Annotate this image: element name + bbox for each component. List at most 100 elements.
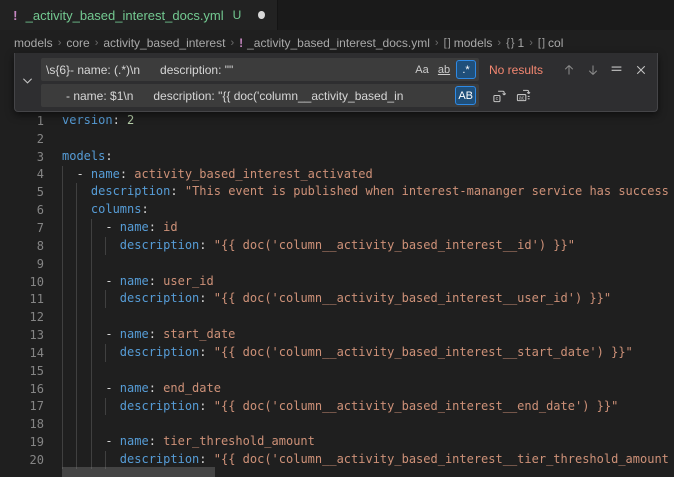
breadcrumb-item[interactable]: models: [14, 36, 53, 50]
code-line[interactable]: 7 - name: id: [0, 219, 674, 237]
code-line[interactable]: 12: [0, 308, 674, 326]
code-text: - name: tier_threshold_amount: [62, 433, 674, 451]
git-status-badge: U: [233, 8, 242, 22]
replace-all-icon: ac: [516, 88, 531, 103]
breadcrumb-separator-chevron-icon: ›: [435, 37, 439, 49]
code-line[interactable]: 6 columns:: [0, 201, 674, 219]
code-line[interactable]: 4 - name: activity_based_interest_activa…: [0, 166, 674, 184]
breadcrumb-item-label: 1: [518, 36, 525, 50]
code-text: description: "{{ doc('column__activity_b…: [62, 237, 674, 255]
regex-button[interactable]: .*: [456, 60, 476, 79]
svg-text:c: c: [496, 96, 499, 102]
line-number: 14: [0, 346, 44, 360]
breadcrumb-item[interactable]: core: [66, 36, 89, 50]
code-line[interactable]: 1 version: 2: [0, 112, 674, 130]
svg-text:ac: ac: [519, 95, 525, 101]
breadcrumb-item-label: models: [14, 36, 53, 50]
code-line[interactable]: 3models:: [0, 148, 674, 166]
match-case-button[interactable]: Aa: [412, 60, 432, 79]
breadcrumb-item[interactable]: activity_based_interest: [103, 36, 225, 50]
code-text: [62, 308, 674, 326]
replace-all-button[interactable]: ac: [513, 85, 534, 106]
code-text: description: "{{ doc('column__activity_b…: [62, 344, 674, 362]
code-line[interactable]: 8 description: "{{ doc('column__activity…: [0, 237, 674, 255]
code-line[interactable]: 10 - name: user_id: [0, 273, 674, 291]
code-text: description: "{{ doc('column__activity_b…: [62, 398, 674, 416]
breadcrumb-separator-chevron-icon: ›: [230, 37, 234, 49]
code-text: description: "This event is published wh…: [62, 183, 674, 201]
code-text: - name: activity_based_interest_activate…: [62, 166, 674, 184]
breadcrumb-item-label: _activity_based_interest_docs.yml: [247, 36, 430, 50]
tab-bar: ! _activity_based_interest_docs.yml U: [0, 0, 674, 30]
line-number: 19: [0, 435, 44, 449]
code-text: version: 2: [62, 112, 674, 130]
line-number: 20: [0, 453, 44, 467]
breadcrumb-item[interactable]: [ ]models: [444, 36, 493, 50]
code-text: - name: start_date: [62, 326, 674, 344]
line-number: 4: [0, 167, 44, 181]
code-text: [62, 255, 674, 273]
replace-row: - name: $1\n description: "{{ doc('colum…: [41, 84, 651, 107]
code-line[interactable]: 5 description: "This event is published …: [0, 183, 674, 201]
find-in-selection-button[interactable]: [606, 59, 627, 80]
breadcrumb-symbol-array-icon: [ ]: [444, 37, 450, 49]
horizontal-scrollbar[interactable]: [62, 467, 215, 477]
line-number: 8: [0, 239, 44, 253]
code-line[interactable]: 18: [0, 415, 674, 433]
tab-active-file[interactable]: ! _activity_based_interest_docs.yml U: [0, 0, 278, 30]
vscode-window: ! _activity_based_interest_docs.yml U mo…: [0, 0, 674, 477]
code-line[interactable]: 13 - name: start_date: [0, 326, 674, 344]
line-number: 16: [0, 382, 44, 396]
code-line[interactable]: 14 description: "{{ doc('column__activit…: [0, 344, 674, 362]
close-find-button[interactable]: [630, 59, 651, 80]
preserve-case-button[interactable]: AB: [455, 86, 476, 105]
line-number: 3: [0, 150, 44, 164]
breadcrumb-item[interactable]: !_activity_based_interest_docs.yml: [239, 36, 430, 50]
line-number: 15: [0, 364, 44, 378]
line-number: 2: [0, 132, 44, 146]
code-text: [62, 415, 674, 433]
breadcrumb-item-label: activity_based_interest: [103, 36, 225, 50]
line-number: 12: [0, 310, 44, 324]
line-number: 18: [0, 417, 44, 431]
code-line[interactable]: 15: [0, 362, 674, 380]
breadcrumb-item-label: col: [548, 36, 563, 50]
arrow-down-icon: [587, 64, 599, 76]
code-text: - name: id: [62, 219, 674, 237]
line-number: 13: [0, 328, 44, 342]
breadcrumb-item[interactable]: { } 1: [506, 36, 524, 50]
breadcrumb-symbol-object-icon: { }: [506, 37, 513, 49]
code-line[interactable]: 2: [0, 130, 674, 148]
code-line[interactable]: 16 - name: end_date: [0, 380, 674, 398]
breadcrumb: models›core›activity_based_interest›!_ac…: [0, 30, 674, 55]
replace-input[interactable]: - name: $1\n description: "{{ doc('colum…: [41, 84, 479, 107]
code-line[interactable]: 19 - name: tier_threshold_amount: [0, 433, 674, 451]
replace-icon: c: [492, 88, 507, 103]
code-line[interactable]: 11 description: "{{ doc('column__activit…: [0, 290, 674, 308]
breadcrumb-item[interactable]: [ ] col: [538, 36, 564, 50]
line-number: 10: [0, 275, 44, 289]
code-text: - name: end_date: [62, 380, 674, 398]
toggle-replace-button[interactable]: [15, 53, 39, 111]
code-line[interactable]: 17 description: "{{ doc('column__activit…: [0, 398, 674, 416]
code-lines: 1 version: 2 2 3models:4 - name: activity_b…: [0, 112, 674, 469]
line-number: 1: [0, 114, 44, 128]
whole-word-button[interactable]: ab: [434, 60, 454, 79]
replace-one-button[interactable]: c: [489, 85, 510, 106]
code-text: columns:: [62, 201, 674, 219]
code-text: description: "{{ doc('column__activity_b…: [62, 290, 674, 308]
previous-match-button[interactable]: [558, 59, 579, 80]
tab-filename: _activity_based_interest_docs.yml: [26, 8, 224, 23]
code-text: [62, 130, 674, 148]
chevron-down-icon: [22, 73, 33, 91]
next-match-button[interactable]: [582, 59, 603, 80]
breadcrumb-symbol-array-icon: [ ]: [538, 37, 544, 49]
line-number: 7: [0, 221, 44, 235]
unsaved-changes-dot-icon[interactable]: [258, 11, 265, 19]
arrow-up-icon: [563, 64, 575, 76]
find-input[interactable]: \s{6}- name: (.*)\n description: "" Aa a…: [41, 58, 479, 81]
code-text: [62, 362, 674, 380]
code-line[interactable]: 9: [0, 255, 674, 273]
line-number: 6: [0, 203, 44, 217]
code-editor[interactable]: 1 version: 2 2 3models:4 - name: activity_b…: [0, 112, 674, 477]
